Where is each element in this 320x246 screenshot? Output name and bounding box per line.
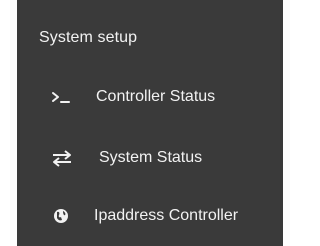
swap-arrows-icon (53, 150, 71, 167)
menu-item-label: System Status (99, 149, 203, 166)
menu-item-controller-status[interactable]: Controller Status (17, 77, 283, 117)
menu-item-label: Ipaddress Controller (94, 207, 239, 224)
terminal-icon (52, 92, 70, 103)
system-setup-menu: System setup Controller Status System St… (17, 0, 283, 246)
globe-icon (54, 209, 68, 223)
menu-item-label: Controller Status (96, 88, 216, 105)
menu-item-ipaddress-controller[interactable]: Ipaddress Controller (17, 196, 283, 236)
menu-item-system-status[interactable]: System Status (17, 138, 283, 178)
section-title: System setup (39, 29, 138, 46)
